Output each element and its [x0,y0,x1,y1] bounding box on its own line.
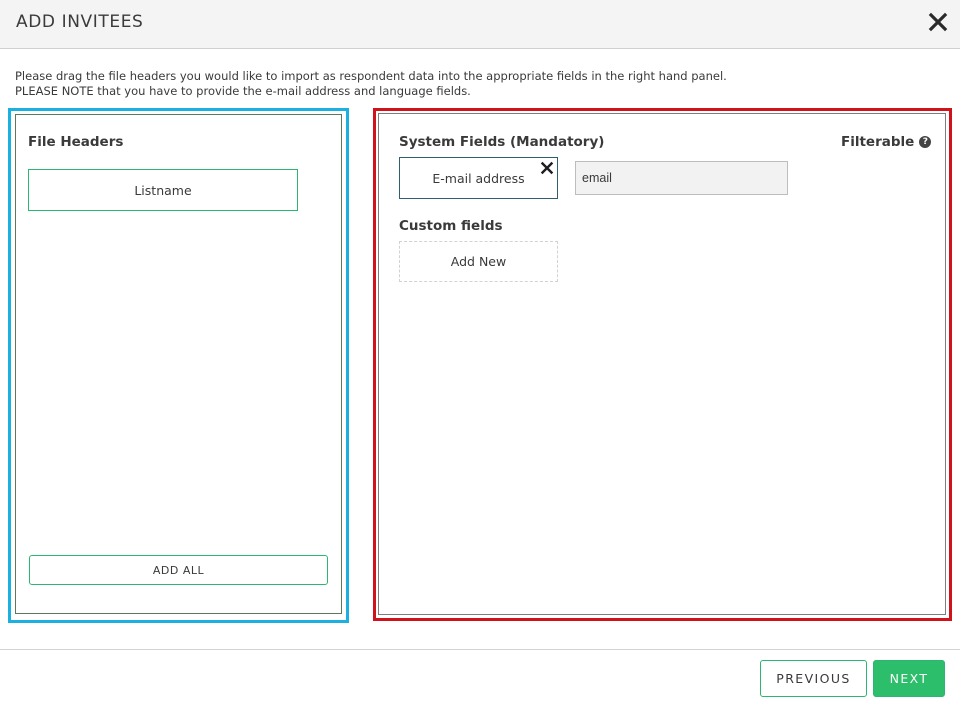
instructions-line-1: Please drag the file headers you would l… [15,69,727,83]
remove-mapping-icon[interactable] [540,160,554,175]
custom-fields-title: Custom fields [399,218,503,234]
filterable-label: Filterable [841,134,915,150]
filterable-header: Filterable ? [841,134,932,150]
file-header-chip-listname[interactable]: Listname [28,169,298,211]
modal-header: ADD INVITEES [0,0,960,49]
footer-divider [0,649,960,650]
email-field-input[interactable] [575,161,788,195]
system-fields-title: System Fields (Mandatory) [399,134,605,150]
close-icon[interactable] [926,10,950,34]
modal-title: ADD INVITEES [16,12,144,32]
file-headers-title: File Headers [28,134,124,150]
add-all-button[interactable]: ADD ALL [29,555,328,585]
question-circle-icon[interactable]: ? [919,136,932,148]
instructions-text: Please drag the file headers you would l… [15,69,727,99]
previous-button[interactable]: PREVIOUS [760,660,867,697]
email-address-field-slot[interactable]: E-mail address [399,157,558,199]
instructions-line-2: PLEASE NOTE that you have to provide the… [15,84,471,98]
add-new-custom-field-button[interactable]: Add New [399,241,558,282]
next-button[interactable]: NEXT [873,660,945,697]
